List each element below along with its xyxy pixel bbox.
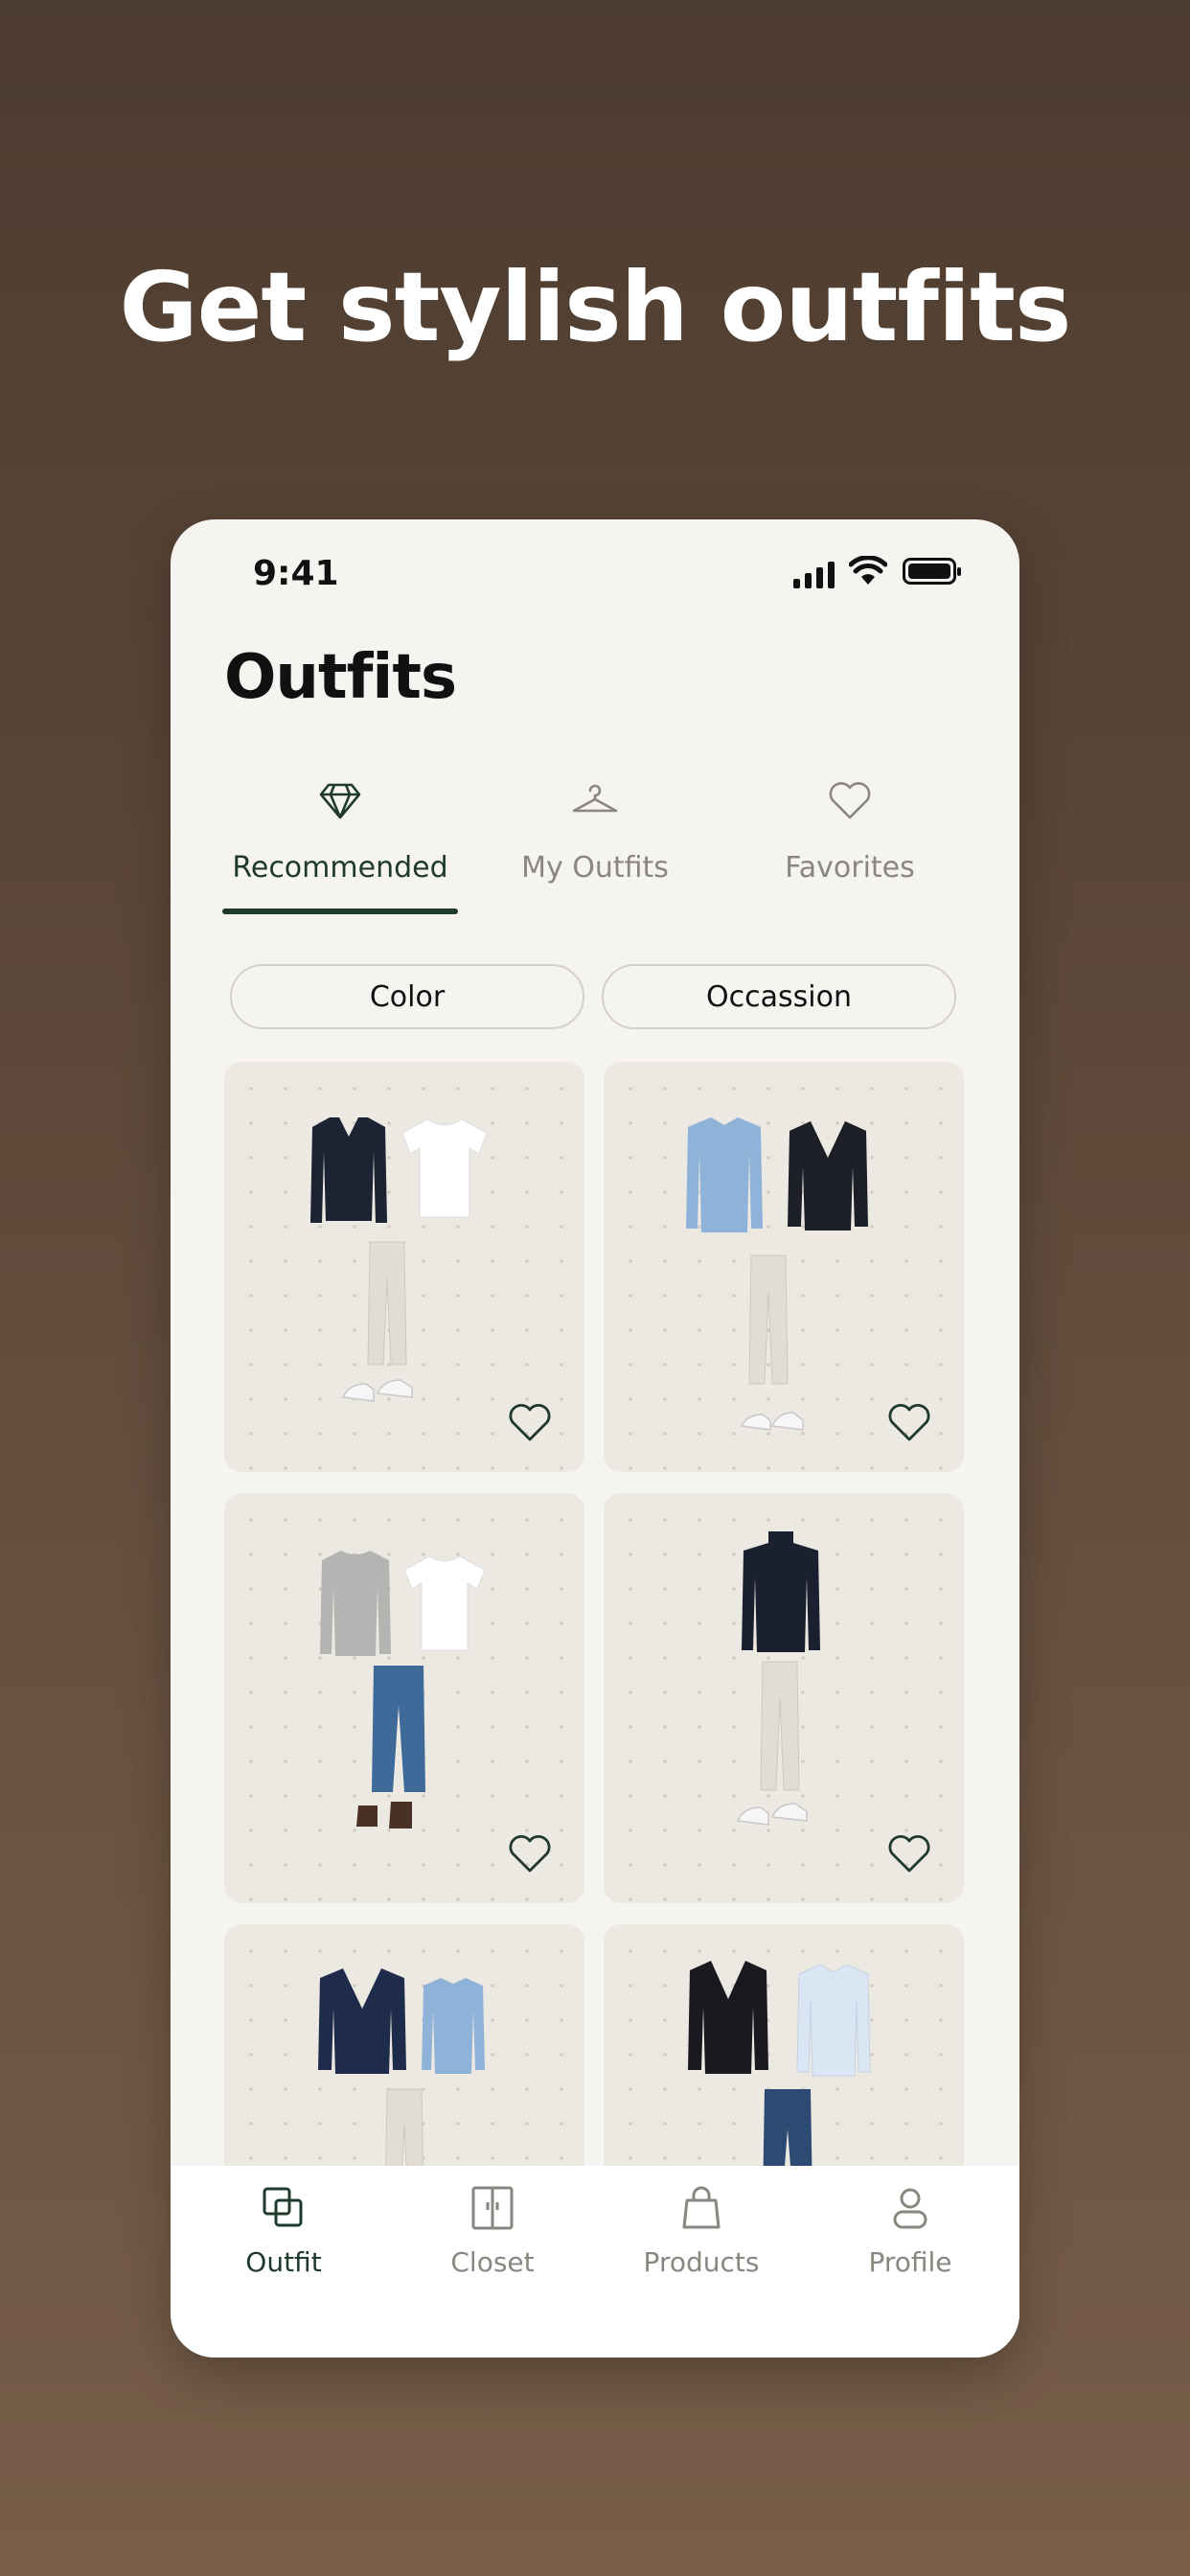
bag-icon [682, 2186, 721, 2229]
sweater-image [310, 1117, 387, 1223]
nav-outfit[interactable]: Outfit [178, 2166, 389, 2358]
shirt-image [422, 1978, 485, 2074]
bottom-navigation: Outfit Closet Products Profile [171, 2166, 1019, 2358]
outfit-card[interactable] [604, 1493, 964, 1903]
hanger-icon [572, 784, 618, 813]
trousers-image [367, 1241, 407, 1366]
nav-profile-label: Profile [868, 2246, 952, 2278]
cellular-signal-icon [793, 560, 835, 588]
blazer-image [688, 1961, 768, 2074]
status-time: 9:41 [253, 554, 339, 593]
tab-favorites-label: Favorites [785, 851, 915, 885]
shirt-image [686, 1117, 763, 1232]
nav-outfit-label: Outfit [245, 2246, 322, 2278]
battery-icon [903, 558, 961, 585]
trousers-image [748, 1254, 789, 1385]
boots-image [356, 1802, 412, 1828]
trousers-image [760, 1661, 800, 1791]
status-bar: 9:41 [171, 519, 1019, 634]
outfit-icon [263, 2187, 303, 2227]
outfit-card[interactable] [224, 1062, 584, 1472]
sneakers-image [341, 1379, 413, 1402]
turtleneck-image [742, 1531, 820, 1652]
nav-products-label: Products [643, 2246, 760, 2278]
tshirt-image [403, 1555, 486, 1651]
closet-icon [471, 2186, 514, 2230]
shirt-image [796, 1964, 871, 2077]
favorite-heart-icon[interactable] [508, 1403, 552, 1443]
nav-profile[interactable]: Profile [805, 2166, 1016, 2358]
blazer-image [788, 1121, 868, 1230]
page-title: Outfits [224, 642, 457, 713]
filter-color-button[interactable]: Color [230, 964, 584, 1029]
wifi-icon [849, 556, 887, 585]
diamond-icon [319, 783, 361, 819]
nav-products[interactable]: Products [596, 2166, 807, 2358]
active-tab-indicator [222, 908, 458, 914]
favorite-heart-icon[interactable] [508, 1834, 552, 1874]
tab-favorites[interactable]: Favorites [732, 770, 968, 914]
favorite-heart-icon[interactable] [887, 1834, 931, 1874]
tshirt-image [401, 1118, 488, 1218]
phone-screen: 9:41 Outfits Recommended My Outfits Favo… [171, 519, 1019, 2358]
sweater-image [320, 1551, 391, 1656]
cardigan-image [318, 1968, 406, 2074]
tab-my-outfits[interactable]: My Outfits [477, 770, 713, 914]
tab-recommended-label: Recommended [232, 851, 448, 885]
favorite-heart-icon[interactable] [887, 1403, 931, 1443]
tab-my-outfits-label: My Outfits [521, 851, 669, 885]
tab-recommended[interactable]: Recommended [222, 770, 458, 914]
sneakers-image [740, 1412, 804, 1431]
outfit-card[interactable] [604, 1062, 964, 1472]
nav-closet[interactable]: Closet [387, 2166, 598, 2358]
sneakers-image [736, 1803, 808, 1826]
jeans-image [372, 1666, 425, 1792]
outfit-card[interactable] [224, 1493, 584, 1903]
filter-occasion-button[interactable]: Occassion [602, 964, 956, 1029]
profile-icon [893, 2188, 927, 2229]
heart-icon [829, 782, 871, 819]
nav-closet-label: Closet [450, 2246, 535, 2278]
headline: Get stylish outfits [119, 251, 1072, 363]
tab-bar: Recommended My Outfits Favorites [222, 770, 968, 914]
